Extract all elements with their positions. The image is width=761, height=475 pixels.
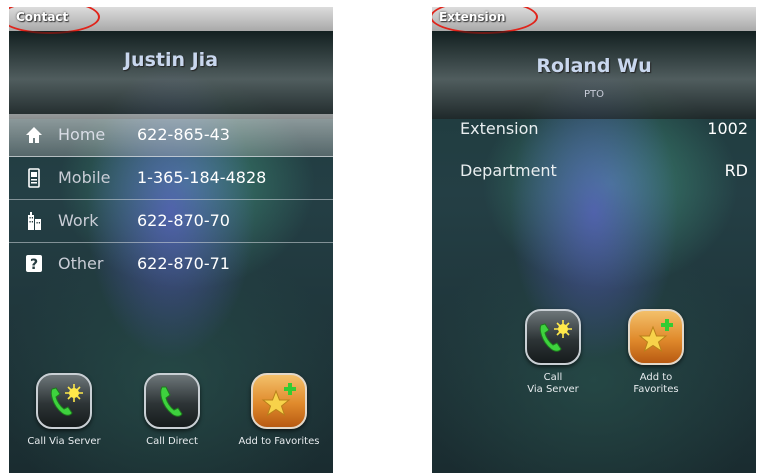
field-label: Department: [460, 161, 557, 180]
field-value: 1002: [707, 119, 748, 138]
call-via-server-action[interactable]: Call Via Server: [505, 309, 601, 396]
extension-field-row: Extension 1002: [432, 115, 756, 145]
action-label-line2: Via Server: [527, 384, 579, 395]
add-to-favorites-action[interactable]: Add to Favorites: [231, 373, 327, 448]
star-add-icon: [638, 319, 673, 353]
phone-number: 622-865-43: [137, 125, 230, 144]
contact-screen: Contact Justin Jia Home 622-865-43 Mobil…: [9, 7, 333, 473]
action-label-line2: Favorites: [633, 384, 679, 395]
extension-screen: Extension Roland Wu PTO Extension 1002 D…: [432, 7, 756, 473]
add-to-favorites-action[interactable]: Add to Favorites: [608, 309, 704, 396]
action-label-line1: Add to: [639, 372, 673, 383]
action-label: Add to Favorites: [238, 436, 320, 447]
call-via-server-action[interactable]: Call Via Server: [16, 373, 112, 448]
question-mark-icon: ?: [26, 255, 42, 273]
phone-server-icon: [50, 384, 83, 416]
phone-row-home[interactable]: Home 622-865-43: [9, 114, 333, 157]
action-label: Call Via Server: [505, 372, 601, 396]
extension-header: Roland Wu PTO: [432, 31, 756, 119]
field-value: RD: [724, 161, 748, 180]
phone-number: 1-365-184-4828: [137, 168, 267, 187]
home-icon: [26, 127, 42, 143]
svg-text:?: ?: [30, 257, 38, 273]
action-label: Call Via Server: [27, 436, 101, 447]
field-label: Extension: [460, 119, 539, 138]
call-direct-action[interactable]: Call Direct: [124, 373, 220, 448]
phone-type-label: Home: [58, 125, 106, 144]
extension-name: Roland Wu: [536, 55, 652, 77]
phone-row-mobile[interactable]: Mobile 1-365-184-4828: [9, 157, 333, 200]
star-add-icon: [261, 383, 296, 417]
call-via-server-button[interactable]: [525, 309, 581, 365]
call-direct-button[interactable]: [144, 373, 200, 429]
phone-icon: [160, 386, 183, 417]
contact-name: Justin Jia: [123, 49, 219, 71]
building-icon: [28, 212, 41, 230]
phone-type-label: Other: [58, 254, 104, 273]
action-label: Add to Favorites: [608, 372, 704, 396]
phone-row-work[interactable]: Work 622-870-70: [9, 200, 333, 243]
add-to-favorites-button[interactable]: [251, 373, 307, 429]
action-label-line1: Call: [543, 372, 563, 383]
action-label: Call Direct: [146, 436, 198, 447]
contact-header: Justin Jia: [9, 31, 333, 119]
mobile-phone-icon: [28, 168, 40, 188]
phone-number: 622-870-71: [137, 254, 230, 273]
add-to-favorites-button[interactable]: [628, 309, 684, 365]
phone-number: 622-870-70: [137, 211, 230, 230]
phone-server-icon: [539, 320, 572, 352]
phone-row-other[interactable]: ? Other 622-870-71: [9, 243, 333, 285]
department-field-row: Department RD: [432, 157, 756, 187]
call-via-server-button[interactable]: [36, 373, 92, 429]
extension-subtitle: PTO: [583, 89, 604, 100]
phone-type-label: Work: [58, 211, 99, 230]
phone-type-label: Mobile: [58, 168, 111, 187]
